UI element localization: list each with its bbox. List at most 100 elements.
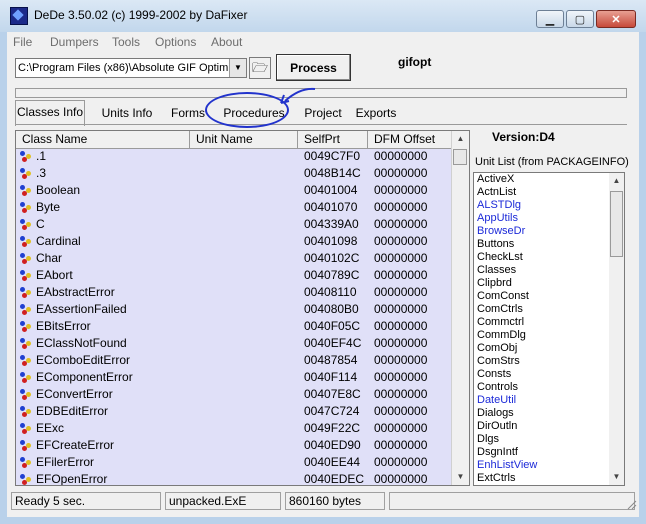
table-row[interactable]: EDBEditError 0047C724 00000000 xyxy=(16,403,453,420)
table-row[interactable]: EAbstractError 00408110 00000000 xyxy=(16,284,453,301)
list-item[interactable]: Dialogs xyxy=(474,407,624,420)
table-row[interactable]: .3 0048B14C 00000000 xyxy=(16,165,453,182)
list-item[interactable]: ComObj xyxy=(474,342,624,355)
dfm-offset-cell: 00000000 xyxy=(374,387,428,401)
minimize-icon: ▁ xyxy=(545,13,555,26)
list-item[interactable]: CheckLst xyxy=(474,251,624,264)
class-icon xyxy=(20,440,32,451)
menu-about[interactable]: About xyxy=(211,35,242,49)
list-item[interactable]: DirOutln xyxy=(474,420,624,433)
tab-units-info[interactable]: Units Info xyxy=(91,102,163,124)
selfprt-cell: 00401004 xyxy=(304,183,358,197)
list-item[interactable]: ExtCtrls xyxy=(474,472,624,485)
list-item[interactable]: Buttons xyxy=(474,238,624,251)
list-item[interactable]: Classes xyxy=(474,264,624,277)
column-selfprt[interactable]: SelfPrt xyxy=(298,131,368,148)
tab-classes-info[interactable]: Classes Info xyxy=(15,100,85,126)
tab-project[interactable]: Project xyxy=(297,102,349,124)
tab-exports[interactable]: Exports xyxy=(351,102,401,124)
chevron-down-icon[interactable]: ▼ xyxy=(229,59,246,77)
minimize-button[interactable]: ▁ xyxy=(536,10,564,28)
tab-forms[interactable]: Forms xyxy=(165,102,211,124)
table-row[interactable]: Cardinal 00401098 00000000 xyxy=(16,233,453,250)
table-row[interactable]: EConvertError 00407E8C 00000000 xyxy=(16,386,453,403)
class-name-cell: EClassNotFound xyxy=(36,336,127,350)
scroll-thumb[interactable] xyxy=(610,191,623,257)
process-button[interactable]: Process xyxy=(276,54,351,81)
list-item[interactable]: Controls xyxy=(474,381,624,394)
table-row[interactable]: .1 0049C7F0 00000000 xyxy=(16,148,453,165)
list-item[interactable]: Commctrl xyxy=(474,316,624,329)
table-row[interactable]: Char 0040102C 00000000 xyxy=(16,250,453,267)
class-name-cell: Cardinal xyxy=(36,234,81,248)
selfprt-cell: 0040EF4C xyxy=(304,336,362,350)
path-combobox[interactable]: C:\Program Files (x86)\Absolute GIF Opti… xyxy=(15,58,247,78)
list-item[interactable]: CommDlg xyxy=(474,329,624,342)
table-row[interactable]: EComboEditError 00487854 00000000 xyxy=(16,352,453,369)
unit-list[interactable]: ActiveX ActnList ALSTDlg AppUtils BrowseDr Bu… xyxy=(473,172,625,486)
dfm-offset-cell: 00000000 xyxy=(374,302,428,316)
dfm-offset-cell: 00000000 xyxy=(374,285,428,299)
table-row[interactable]: C 004339A0 00000000 xyxy=(16,216,453,233)
table-row[interactable]: EFOpenError 0040EDEC 00000000 xyxy=(16,471,453,485)
table-row[interactable]: EClassNotFound 0040EF4C 00000000 xyxy=(16,335,453,352)
list-item[interactable]: DsgnIntf xyxy=(474,446,624,459)
scroll-up-icon[interactable]: ▲ xyxy=(609,173,624,189)
close-button[interactable]: ✕ xyxy=(596,10,636,28)
list-item[interactable]: Clipbrd xyxy=(474,277,624,290)
list-item[interactable]: ComConst xyxy=(474,290,624,303)
list-item[interactable]: ComStrs xyxy=(474,355,624,368)
list-item[interactable]: DateUtil xyxy=(474,394,624,407)
table-row[interactable]: EAbort 0040789C 00000000 xyxy=(16,267,453,284)
tab-procedures[interactable]: Procedures xyxy=(215,102,293,124)
class-list[interactable]: Class Name Unit Name SelfPrt DFM Offset … xyxy=(15,130,470,486)
selfprt-cell: 00487854 xyxy=(304,353,358,367)
scroll-up-icon[interactable]: ▲ xyxy=(452,131,469,147)
scroll-down-icon[interactable]: ▼ xyxy=(452,469,469,485)
column-dfm-offset[interactable]: DFM Offset xyxy=(368,131,453,148)
scroll-down-icon[interactable]: ▼ xyxy=(609,469,624,485)
dfm-offset-cell: 00000000 xyxy=(374,268,428,282)
column-class-name[interactable]: Class Name xyxy=(16,131,190,148)
menu-file[interactable]: File xyxy=(13,35,32,49)
menu-options[interactable]: Options xyxy=(155,35,196,49)
list-item[interactable]: ActiveX xyxy=(474,173,624,186)
table-row[interactable]: EComponentError 0040F114 00000000 xyxy=(16,369,453,386)
table-row[interactable]: EBitsError 0040F05C 00000000 xyxy=(16,318,453,335)
list-item[interactable]: Dlgs xyxy=(474,433,624,446)
table-row[interactable]: EAssertionFailed 004080B0 00000000 xyxy=(16,301,453,318)
table-row[interactable]: EFCreateError 0040ED90 00000000 xyxy=(16,437,453,454)
selfprt-cell: 0040ED90 xyxy=(304,438,361,452)
table-row[interactable]: Byte 00401070 00000000 xyxy=(16,199,453,216)
list-item[interactable]: ActnList xyxy=(474,186,624,199)
list-item[interactable]: ALSTDlg xyxy=(474,199,624,212)
table-row[interactable]: EExc 0049F22C 00000000 xyxy=(16,420,453,437)
selfprt-cell: 0047C724 xyxy=(304,404,360,418)
scroll-thumb[interactable] xyxy=(453,149,467,165)
list-item[interactable]: ComCtrls xyxy=(474,303,624,316)
table-row[interactable]: EFilerError 0040EE44 00000000 xyxy=(16,454,453,471)
progress-bar xyxy=(15,88,627,98)
resize-grip-icon[interactable] xyxy=(625,498,637,510)
dfm-offset-cell: 00000000 xyxy=(374,149,428,163)
class-icon xyxy=(20,321,32,332)
list-item[interactable]: BrowseDr xyxy=(474,225,624,238)
selfprt-cell: 00408110 xyxy=(304,285,357,299)
list-item[interactable]: Consts xyxy=(474,368,624,381)
selfprt-cell: 0040F114 xyxy=(304,370,358,384)
unit-list-scrollbar[interactable]: ▲ ▼ xyxy=(609,173,624,485)
menu-dumpers[interactable]: Dumpers xyxy=(50,35,99,49)
status-size: 860160 bytes xyxy=(285,492,385,510)
list-item[interactable]: EnhListView xyxy=(474,459,624,472)
class-list-scrollbar[interactable]: ▲ ▼ xyxy=(451,131,469,485)
class-icon xyxy=(20,151,32,162)
menu-tools[interactable]: Tools xyxy=(112,35,140,49)
list-item[interactable]: AppUtils xyxy=(474,212,624,225)
table-row[interactable]: Boolean 00401004 00000000 xyxy=(16,182,453,199)
class-name-cell: C xyxy=(36,217,45,231)
maximize-button[interactable]: ▢ xyxy=(566,10,594,28)
dfm-offset-cell: 00000000 xyxy=(374,370,428,384)
class-icon xyxy=(20,457,32,468)
open-file-button[interactable]: 🗁 xyxy=(249,57,271,79)
column-unit-name[interactable]: Unit Name xyxy=(190,131,298,148)
